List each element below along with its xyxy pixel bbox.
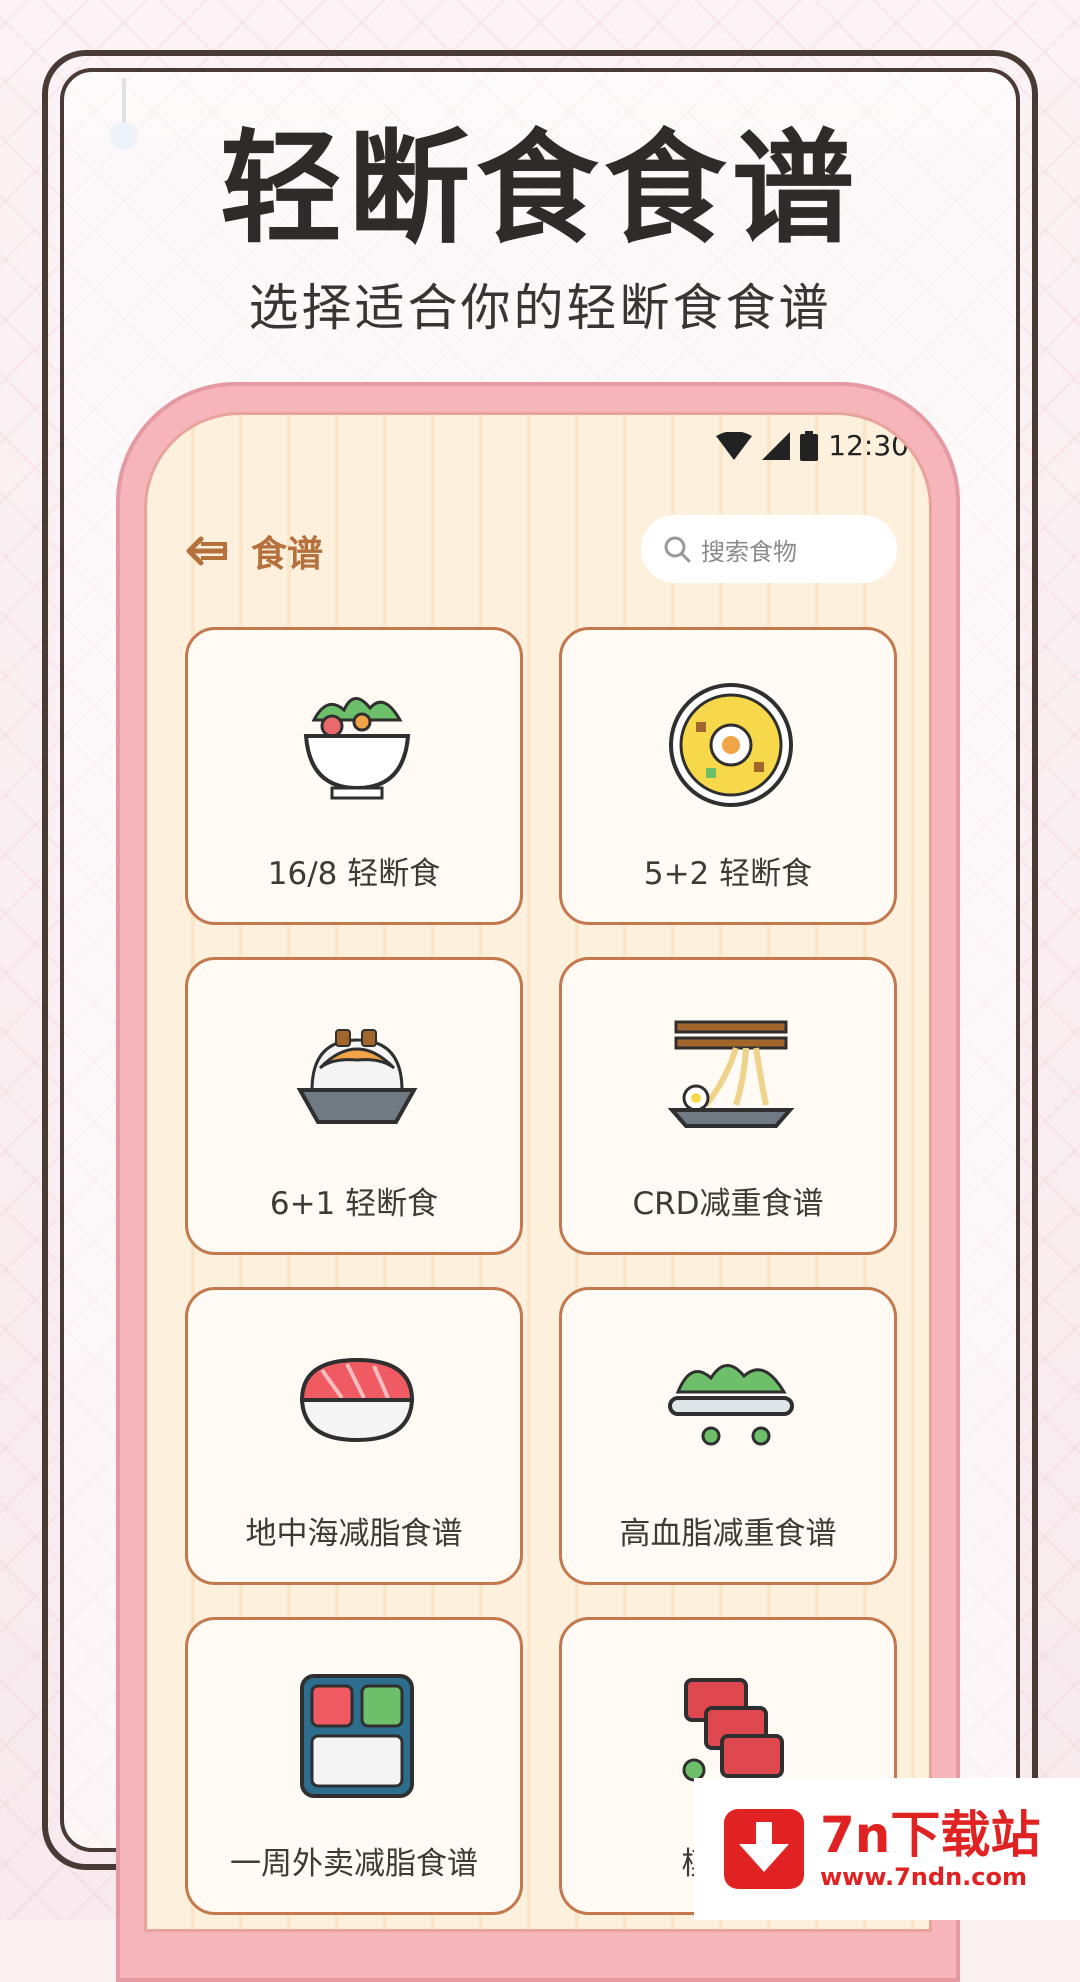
recipe-card[interactable]: 16/8 轻断食 [185, 627, 523, 925]
search-placeholder: 搜索食物 [701, 537, 797, 566]
recipe-card[interactable]: 高血脂减重食谱 [559, 1287, 897, 1585]
recipe-card[interactable]: CRD减重食谱 [559, 957, 897, 1255]
search-input[interactable]: 搜索食物 [641, 515, 897, 583]
recipe-label: CRD减重食谱 [632, 1186, 824, 1222]
noodles-chopsticks-icon [667, 1020, 795, 1128]
status-bar: 12:30 [716, 429, 909, 462]
watermark-title: 7n下载站 [820, 1805, 1041, 1864]
recipe-card[interactable]: 一周外卖减脂食谱 [185, 1617, 523, 1915]
search-icon [664, 536, 691, 563]
salad-bowl-icon [303, 697, 411, 800]
back-arrow-icon [186, 536, 228, 566]
bento-box-icon [300, 1674, 414, 1798]
status-time: 12:30 [828, 429, 909, 462]
wifi-icon [716, 431, 753, 460]
recipe-label: 高血脂减重食谱 [619, 1516, 837, 1552]
phone-screen: 12:30 食谱 搜索食物 16/8 轻断食 5+2 轻断食 6+1 轻断食 C… [144, 412, 932, 1932]
vegetable-plate-icon [668, 1364, 794, 1446]
sushi-icon [299, 1357, 415, 1443]
cellular-signal-icon [762, 431, 791, 460]
watermark-url: www.7ndn.com [820, 1862, 1027, 1891]
recipe-card[interactable]: 5+2 轻断食 [559, 627, 897, 925]
battery-icon [800, 430, 819, 461]
app-title: 食谱 [251, 534, 324, 575]
recipe-label: 5+2 轻断食 [643, 856, 813, 892]
back-button[interactable] [185, 531, 229, 571]
recipe-card[interactable]: 地中海减脂食谱 [185, 1287, 523, 1585]
download-arrow-icon [724, 1809, 804, 1889]
recipe-label: 地中海减脂食谱 [245, 1516, 463, 1552]
recipe-label: 6+1 轻断食 [269, 1186, 439, 1222]
promo-subtitle: 选择适合你的轻断食食谱 [248, 279, 832, 337]
rice-bowl-icon [296, 1029, 418, 1124]
watermark: 7n下载站 www.7ndn.com [694, 1778, 1080, 1920]
watermark-text: 7n下载站 www.7ndn.com [820, 1805, 1041, 1891]
fried-egg-rice-plate-icon [669, 683, 793, 807]
promo-headline: 轻断食食谱 [220, 118, 860, 260]
recipe-card[interactable]: 6+1 轻断食 [185, 957, 523, 1255]
recipe-label: 一周外卖减脂食谱 [230, 1846, 478, 1882]
app-bar: 食谱 [185, 525, 323, 577]
recipe-label: 16/8 轻断食 [267, 856, 441, 892]
